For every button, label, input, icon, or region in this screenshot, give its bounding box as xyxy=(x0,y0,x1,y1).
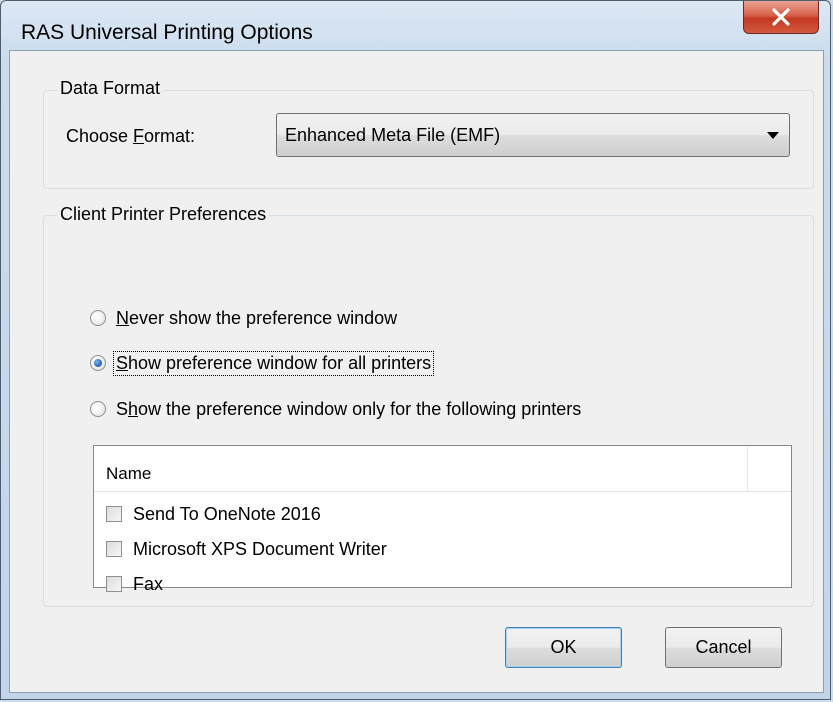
column-header-name-label: Name xyxy=(106,464,152,483)
radio-show-all[interactable]: Show preference window for all printers xyxy=(90,350,435,376)
close-icon xyxy=(772,8,790,26)
choose-format-label: Choose Format: xyxy=(66,126,195,147)
radio-never-show-label: Never show the preference window xyxy=(114,307,399,330)
window-title: RAS Universal Printing Options xyxy=(21,21,313,44)
choose-format-label-pre: Choose xyxy=(66,126,134,146)
radio-never-show[interactable]: Never show the preference window xyxy=(90,306,399,330)
list-item-label: Microsoft XPS Document Writer xyxy=(133,538,387,559)
radio-never-show-mnemonic: N xyxy=(116,307,129,328)
radio-show-following-pre: S xyxy=(116,398,129,419)
list-item[interactable]: Fax xyxy=(106,573,163,595)
dialog-window: RAS Universal Printing Options Data Form… xyxy=(0,0,831,700)
ok-button[interactable]: OK xyxy=(505,627,622,668)
client-printer-group-label: Client Printer Preferences xyxy=(57,204,270,225)
radio-show-following-mnemonic: h xyxy=(128,398,139,419)
radio-show-all-label: Show preference window for all printers xyxy=(112,350,435,376)
radio-button-selected[interactable] xyxy=(90,355,106,371)
column-header-name[interactable]: Name xyxy=(94,446,748,491)
list-header: Name xyxy=(94,446,791,492)
radio-button[interactable] xyxy=(90,310,106,326)
list-item[interactable]: Send To OneNote 2016 xyxy=(106,503,321,525)
format-dropdown[interactable]: Enhanced Meta File (EMF) xyxy=(276,113,790,157)
checkbox[interactable] xyxy=(106,541,122,557)
chevron-down-icon xyxy=(767,132,779,139)
radio-show-following-text: ow the preference window only for the fo… xyxy=(138,398,582,419)
printer-list[interactable]: Name Send To OneNote 2016 Microsoft XPS … xyxy=(93,445,792,594)
list-item-label: Send To OneNote 2016 xyxy=(133,503,321,524)
column-header-filler xyxy=(748,446,791,491)
checkbox[interactable] xyxy=(106,576,122,592)
format-dropdown-value: Enhanced Meta File (EMF) xyxy=(285,125,501,145)
radio-never-show-text: ever show the preference window xyxy=(129,307,398,328)
list-item[interactable]: Microsoft XPS Document Writer xyxy=(106,538,387,560)
radio-button[interactable] xyxy=(90,401,106,417)
radio-show-following[interactable]: Show the preference window only for the … xyxy=(90,397,583,421)
cancel-button[interactable]: Cancel xyxy=(665,627,782,668)
list-item-label: Fax xyxy=(133,573,164,594)
choose-format-label-post: ormat: xyxy=(144,126,196,146)
close-button[interactable] xyxy=(743,1,819,34)
choose-format-mnemonic: F xyxy=(133,126,145,146)
checkbox[interactable] xyxy=(106,506,122,522)
radio-show-all-mnemonic: S xyxy=(116,352,129,373)
radio-show-all-text: how preference window for all printers xyxy=(128,352,432,373)
dialog-body: Data Format Choose Format: Enhanced Meta… xyxy=(9,50,824,693)
radio-show-following-label: Show the preference window only for the … xyxy=(114,398,583,421)
data-format-group-label: Data Format xyxy=(57,78,164,99)
